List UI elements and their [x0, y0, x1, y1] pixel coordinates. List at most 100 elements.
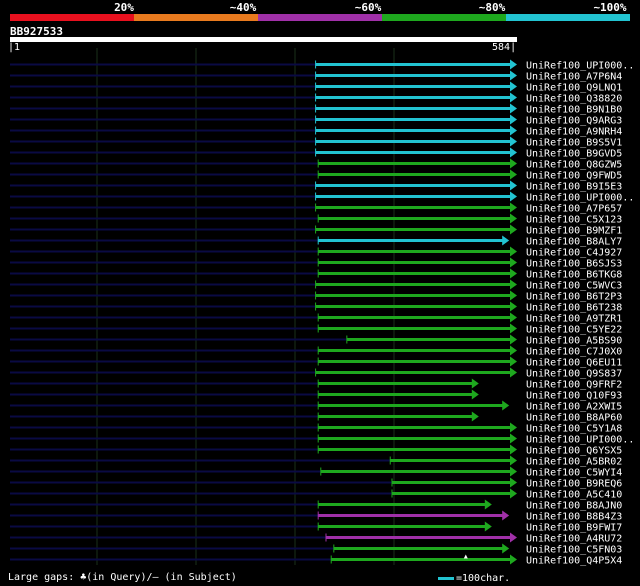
- hit-row[interactable]: UniRef100_C5WVC3: [10, 279, 622, 292]
- hit-label[interactable]: UniRef100_Q9S837: [526, 369, 622, 380]
- hit-row[interactable]: UniRef100_A7P6N4: [10, 70, 622, 83]
- hit-row[interactable]: UniRef100_C5YE22: [10, 323, 622, 336]
- hit-arrow-head: [502, 235, 510, 246]
- hit-label[interactable]: UniRef100_C7J0X0: [526, 347, 622, 358]
- hit-row[interactable]: UniRef100_B9S5V1: [10, 136, 622, 149]
- hit-label[interactable]: UniRef100_Q6EU11: [526, 358, 622, 369]
- hit-label[interactable]: UniRef100_B9GVD5: [526, 149, 622, 160]
- hit-label[interactable]: UniRef100_C5WVC3: [526, 281, 622, 292]
- hit-row[interactable]: UniRef100_UPI000..: [10, 433, 634, 446]
- hit-label[interactable]: UniRef100_C5Y1A8: [526, 424, 622, 435]
- hit-row[interactable]: UniRef100_C4J927: [10, 246, 622, 259]
- hit-row[interactable]: UniRef100_B6T2P3: [10, 290, 622, 303]
- hit-row[interactable]: UniRef100_B9FWI7: [10, 521, 622, 534]
- hit-row[interactable]: UniRef100_Q9LNQ1: [10, 81, 622, 94]
- hit-label[interactable]: UniRef100_Q9FRF2: [526, 380, 622, 391]
- hit-row[interactable]: UniRef100_C7J0X0: [10, 345, 622, 358]
- hit-label[interactable]: UniRef100_B8AJN0: [526, 501, 622, 512]
- hit-label[interactable]: UniRef100_A9NRH4: [526, 127, 622, 138]
- hit-row[interactable]: UniRef100_B8ALY7: [10, 235, 622, 248]
- hit-label[interactable]: UniRef100_A4RU72: [526, 534, 622, 545]
- hit-label[interactable]: UniRef100_B9N1B0: [526, 105, 622, 116]
- hit-label[interactable]: UniRef100_UPI000..: [526, 61, 634, 72]
- hit-label[interactable]: UniRef100_B8AP60: [526, 413, 622, 424]
- hit-row[interactable]: UniRef100_C5X123: [10, 213, 622, 226]
- hit-row[interactable]: UniRef100_Q9FWD5: [10, 169, 622, 182]
- hit-label[interactable]: UniRef100_C5YE22: [526, 325, 622, 336]
- hit-row[interactable]: UniRef100_Q9S837: [10, 367, 622, 380]
- hit-arrow-head: [484, 499, 492, 510]
- hit-label[interactable]: UniRef100_B9S5V1: [526, 138, 622, 149]
- hit-label[interactable]: UniRef100_Q9ARG3: [526, 116, 622, 127]
- hit-arrow-head: [510, 301, 517, 312]
- hit-row[interactable]: UniRef100_B9MZF1: [10, 224, 622, 237]
- hit-label[interactable]: UniRef100_Q38820: [526, 94, 622, 105]
- hit-row[interactable]: UniRef100_B9N1B0: [10, 103, 622, 116]
- hit-row[interactable]: UniRef100_Q9ARG3: [10, 114, 622, 127]
- hit-row[interactable]: UniRef100_A5BS90: [10, 334, 622, 347]
- hit-label[interactable]: UniRef100_B8ALY7: [526, 237, 622, 248]
- hit-row[interactable]: UniRef100_B6TKG8: [10, 268, 622, 281]
- hit-row[interactable]: UniRef100_UPI000..: [10, 59, 634, 72]
- hit-row[interactable]: UniRef100_A5C410: [10, 488, 622, 501]
- hit-label[interactable]: UniRef100_A2XWI5: [526, 402, 622, 413]
- hit-label[interactable]: UniRef100_B9FWI7: [526, 523, 622, 534]
- hit-label[interactable]: UniRef100_B9REQ6: [526, 479, 622, 490]
- hit-row[interactable]: UniRef100_Q9FRF2: [10, 378, 622, 391]
- hit-label[interactable]: UniRef100_B6T238: [526, 303, 622, 314]
- hit-row[interactable]: UniRef100_A9NRH4: [10, 125, 622, 138]
- hit-arrow-head: [510, 477, 517, 488]
- hit-label[interactable]: UniRef100_A5C410: [526, 490, 622, 501]
- hit-label[interactable]: UniRef100_UPI000..: [526, 193, 634, 204]
- hit-row[interactable]: UniRef100_Q8GZW5: [10, 158, 622, 171]
- hit-row[interactable]: UniRef100_A7P657: [10, 202, 622, 215]
- hit-row[interactable]: UniRef100_Q38820: [10, 92, 622, 105]
- hit-label[interactable]: UniRef100_UPI000..: [526, 435, 634, 446]
- hit-row[interactable]: UniRef100_C5FN03: [10, 543, 622, 556]
- hit-row[interactable]: UniRef100_B8AJN0: [10, 499, 622, 512]
- hit-row[interactable]: UniRef100_A9TZR1: [10, 312, 622, 325]
- hit-row[interactable]: UniRef100_Q6YSX5: [10, 444, 622, 457]
- hit-label[interactable]: UniRef100_Q9FWD5: [526, 171, 622, 182]
- hit-label[interactable]: UniRef100_C5WYI4: [526, 468, 622, 479]
- hit-label[interactable]: UniRef100_C4J927: [526, 248, 622, 259]
- hit-label[interactable]: UniRef100_B9MZF1: [526, 226, 622, 237]
- hit-label[interactable]: UniRef100_C5FN03: [526, 545, 622, 556]
- hit-label[interactable]: UniRef100_A7P657: [526, 204, 622, 215]
- hit-label[interactable]: UniRef100_B6SJS3: [526, 259, 622, 270]
- hit-label[interactable]: UniRef100_B6T2P3: [526, 292, 622, 303]
- hit-row[interactable]: UniRef100_B6T238: [10, 301, 622, 314]
- hit-row[interactable]: UniRef100_B6SJS3: [10, 257, 622, 270]
- hit-label[interactable]: UniRef100_A7P6N4: [526, 72, 622, 83]
- hit-row[interactable]: UniRef100_C5Y1A8: [10, 422, 622, 435]
- hit-row[interactable]: UniRef100_Q10F93: [10, 389, 622, 402]
- hit-label[interactable]: UniRef100_A5BR02: [526, 457, 622, 468]
- hit-label[interactable]: UniRef100_A5BS90: [526, 336, 622, 347]
- hit-row[interactable]: UniRef100_A4RU72: [10, 532, 622, 545]
- hit-label[interactable]: UniRef100_Q6YSX5: [526, 446, 622, 457]
- hit-label[interactable]: UniRef100_B9I5E3: [526, 182, 622, 193]
- hit-arrow-head: [510, 224, 517, 235]
- hit-arrow-head: [510, 114, 517, 125]
- hit-row[interactable]: UniRef100_Q4P5X4: [10, 554, 622, 567]
- hit-row[interactable]: UniRef100_B9GVD5: [10, 147, 622, 160]
- hit-label[interactable]: UniRef100_B8B4Z3: [526, 512, 622, 523]
- hit-row[interactable]: UniRef100_UPI000..: [10, 191, 634, 204]
- hit-label[interactable]: UniRef100_Q4P5X4: [526, 556, 622, 567]
- hit-row[interactable]: UniRef100_A5BR02: [10, 455, 622, 468]
- hit-arrow-head: [510, 70, 517, 81]
- hit-label[interactable]: UniRef100_C5X123: [526, 215, 622, 226]
- hit-label[interactable]: UniRef100_Q9LNQ1: [526, 83, 622, 94]
- hit-row[interactable]: UniRef100_B8B4Z3: [10, 510, 622, 523]
- hit-arrow-head: [510, 202, 517, 213]
- hit-label[interactable]: UniRef100_Q10F93: [526, 391, 622, 402]
- hit-row[interactable]: UniRef100_C5WYI4: [10, 466, 622, 479]
- hit-row[interactable]: UniRef100_Q6EU11: [10, 356, 622, 369]
- hit-label[interactable]: UniRef100_B6TKG8: [526, 270, 622, 281]
- hit-row[interactable]: UniRef100_A2XWI5: [10, 400, 622, 413]
- hit-row[interactable]: UniRef100_B9REQ6: [10, 477, 622, 490]
- hit-label[interactable]: UniRef100_Q8GZW5: [526, 160, 622, 171]
- hit-row[interactable]: UniRef100_B8AP60: [10, 411, 622, 424]
- hit-label[interactable]: UniRef100_A9TZR1: [526, 314, 622, 325]
- hit-row[interactable]: UniRef100_B9I5E3: [10, 180, 622, 193]
